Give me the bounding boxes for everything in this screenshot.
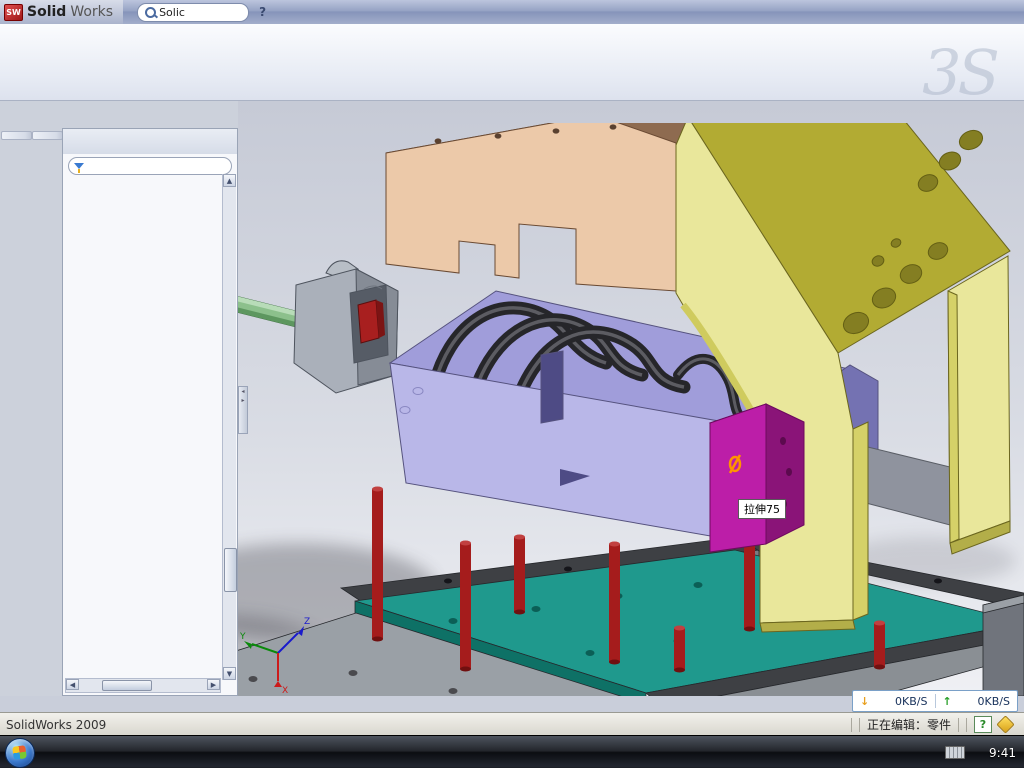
search-box[interactable]: Solic bbox=[137, 3, 249, 22]
logo-text-bold: Solid bbox=[27, 4, 66, 20]
search-input[interactable]: Solic bbox=[159, 6, 185, 19]
system-tray: 9:41 bbox=[945, 746, 1016, 760]
scroll-thumb[interactable] bbox=[224, 548, 237, 592]
clamp-block[interactable] bbox=[294, 261, 398, 393]
feature-manager-panel: ▲ ▼ ◀ ▶ bbox=[62, 128, 238, 696]
help-button[interactable]: ? bbox=[259, 5, 266, 19]
scroll-thumb[interactable] bbox=[102, 680, 152, 691]
left-toolbar-mold bbox=[32, 131, 63, 140]
upload-arrow-icon: ↑ bbox=[943, 695, 952, 708]
tree-filter-input[interactable] bbox=[68, 157, 232, 175]
exploded-mold-assembly: Y Z X bbox=[238, 123, 1024, 696]
keyboard-layout-icon[interactable] bbox=[945, 746, 965, 759]
search-icon bbox=[145, 7, 156, 18]
scroll-up-icon[interactable]: ▲ bbox=[223, 174, 236, 187]
triad-y-label: Y bbox=[239, 632, 246, 642]
solidworks-logo-icon: SW bbox=[4, 4, 23, 21]
extrude75-block[interactable] bbox=[710, 404, 804, 552]
taskbar-clock[interactable]: 9:41 bbox=[989, 746, 1016, 760]
main-area: ▲ ▼ ◀ ▶ bbox=[0, 101, 1024, 696]
scroll-down-icon[interactable]: ▼ bbox=[223, 667, 236, 680]
tree-horizontal-scrollbar[interactable]: ◀ ▶ bbox=[65, 678, 221, 693]
editing-status: 正在编辑：零件 bbox=[867, 716, 951, 733]
tag-icon[interactable] bbox=[996, 715, 1014, 733]
dassault-watermark: 3S bbox=[922, 36, 996, 109]
tree-vertical-scrollbar[interactable]: ▲ ▼ bbox=[222, 174, 236, 680]
feature-manager-tabs bbox=[63, 129, 237, 154]
titlebar: SW SolidWorks Solic ? bbox=[0, 0, 1024, 25]
download-arrow-icon: ↓ bbox=[860, 695, 869, 708]
feature-tooltip: 拉伸75 bbox=[738, 499, 786, 519]
panel-splitter-handle[interactable]: ◂▸ bbox=[238, 386, 248, 434]
filter-icon bbox=[74, 163, 84, 169]
upload-speed-value: 0KB/S bbox=[978, 695, 1010, 708]
triad-z-label: Z bbox=[304, 617, 310, 627]
left-toolbar-features bbox=[1, 131, 32, 140]
ribbon-toolbar: 3S bbox=[0, 24, 1024, 101]
status-help-button[interactable]: ? bbox=[974, 716, 992, 733]
triad-x-label: X bbox=[282, 686, 288, 696]
solidworks-window: SW SolidWorks Solic ? 3S ▲ ▼ bbox=[0, 0, 1024, 768]
status-bar: SolidWorks 2009 正在编辑：零件 ? bbox=[0, 712, 1024, 736]
scroll-right-icon[interactable]: ▶ bbox=[207, 679, 220, 690]
windows-taskbar: 9:41 bbox=[0, 735, 1024, 768]
network-speed-widget: ↓ 0KB/S ↑ 0KB/S bbox=[852, 690, 1018, 712]
graphics-viewport[interactable]: Y Z X ◂▸ 拉伸75 bbox=[238, 101, 1024, 696]
scroll-left-icon[interactable]: ◀ bbox=[66, 679, 79, 690]
status-text: SolidWorks 2009 bbox=[6, 718, 106, 732]
start-button[interactable] bbox=[5, 738, 35, 768]
upload-speed: ↑ 0KB/S bbox=[936, 695, 1018, 708]
download-speed: ↓ 0KB/S bbox=[853, 695, 935, 708]
solidworks-logo: SW SolidWorks bbox=[0, 0, 123, 24]
logo-text-light: Works bbox=[70, 4, 113, 20]
download-speed-value: 0KB/S bbox=[895, 695, 927, 708]
